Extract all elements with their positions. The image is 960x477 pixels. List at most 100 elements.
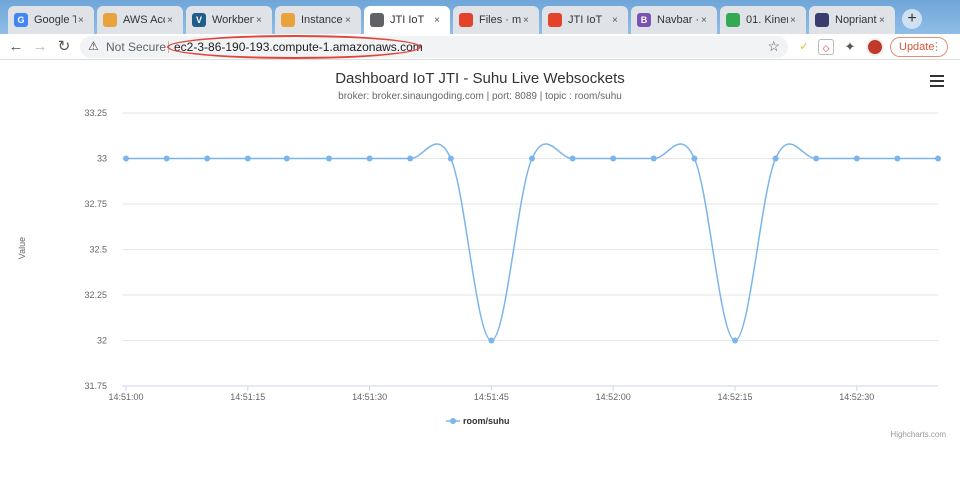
profile-avatar[interactable]: [866, 38, 884, 56]
data-point[interactable]: [244, 155, 251, 162]
browser-tab[interactable]: JTI IoT ×: [542, 6, 628, 34]
extensions-puzzle-icon[interactable]: ✦: [842, 39, 858, 55]
series-line: [126, 143, 938, 342]
vocareum-icon: V: [192, 13, 206, 27]
legend-marker: [450, 418, 456, 424]
divider: [168, 41, 169, 53]
close-icon[interactable]: ×: [345, 15, 355, 26]
extension-shield-icon[interactable]: ◇: [818, 39, 834, 55]
close-icon[interactable]: ×: [167, 15, 177, 26]
update-button[interactable]: Update ⋮: [890, 37, 948, 57]
folder-icon: [281, 13, 295, 27]
warning-icon[interactable]: ⚠: [88, 39, 102, 53]
security-label[interactable]: Not Secure: [106, 40, 166, 54]
data-point[interactable]: [283, 155, 290, 162]
data-point[interactable]: [772, 155, 779, 162]
data-point[interactable]: [610, 155, 617, 162]
x-tick-label: 14:51:00: [108, 392, 143, 402]
data-point[interactable]: [732, 337, 738, 344]
data-point[interactable]: [529, 155, 535, 162]
google-translate-icon: G: [14, 13, 28, 27]
y-tick-label: 32.75: [84, 199, 107, 209]
x-tick-label: 14:52:15: [717, 392, 752, 402]
url-text[interactable]: ec2-3-86-190-193.compute-1.amazonaws.com: [174, 40, 423, 54]
y-tick-label: 32.25: [84, 290, 107, 300]
y-tick-label: 32: [97, 336, 107, 346]
close-icon[interactable]: ×: [879, 15, 889, 26]
chart-plot: 33.25 33 32.75 32.5 32.25 32 31.7514:51:00 14:5…: [17, 108, 941, 426]
tab-label: 01. Kinerj: [746, 14, 788, 26]
browser-tab[interactable]: 01. Kinerj ×: [720, 6, 806, 34]
browser-tab[interactable]: B Navbar · ×: [631, 6, 717, 34]
tab-label: Instances: [301, 14, 343, 26]
data-point[interactable]: [853, 155, 860, 162]
browser-tab[interactable]: Nopriante×: [809, 6, 895, 34]
extension-check-icon[interactable]: ✓: [796, 39, 812, 55]
y-tick-label: 32.5: [89, 245, 107, 255]
x-tick-label: 14:51:15: [230, 392, 265, 402]
browser-tab[interactable]: Files · ma×: [453, 6, 539, 34]
y-axis-label: Value: [17, 237, 27, 259]
data-point[interactable]: [691, 155, 698, 162]
close-icon[interactable]: ×: [612, 15, 622, 26]
data-point[interactable]: [935, 155, 941, 162]
bootstrap-icon: B: [637, 13, 651, 27]
owl-icon: [815, 13, 829, 27]
y-tick-label: 31.75: [84, 381, 107, 391]
globe-icon: [370, 13, 384, 27]
back-icon[interactable]: ←: [6, 37, 26, 57]
y-tick-label: 33: [97, 154, 107, 164]
close-icon[interactable]: ×: [790, 15, 800, 26]
tab-label: Workbenc: [212, 14, 254, 26]
x-tick-label: 14:51:45: [474, 392, 509, 402]
data-point[interactable]: [894, 155, 901, 162]
tab-label: JTI IoT: [568, 14, 603, 26]
tab-strip: GGoogle Tr×AWS Acco×VWorkbenc×Instances×…: [0, 0, 960, 34]
new-tab-button[interactable]: +: [902, 9, 922, 29]
data-point[interactable]: [407, 155, 414, 162]
close-icon[interactable]: ×: [434, 15, 444, 26]
data-point[interactable]: [488, 337, 495, 344]
browser-toolbar: ← → ↻ ⚠ Not Secure ec2-3-86-190-193.comp…: [0, 34, 960, 60]
tab-label: Google Tr: [34, 14, 76, 26]
close-icon[interactable]: ×: [78, 15, 88, 26]
forward-icon[interactable]: →: [30, 37, 50, 57]
data-point[interactable]: [326, 155, 332, 162]
tab-label: Files · ma: [479, 14, 521, 26]
kebab-menu-icon: ⋮: [931, 41, 942, 53]
close-icon[interactable]: ×: [256, 15, 266, 26]
data-point[interactable]: [366, 155, 373, 162]
x-tick-label: 14:51:30: [352, 392, 387, 402]
browser-tab[interactable]: AWS Acco×: [97, 6, 183, 34]
legend-item[interactable]: room/suhu: [463, 416, 510, 426]
flame-icon: [548, 13, 562, 27]
data-point[interactable]: [204, 155, 211, 162]
tab-label: Navbar ·: [657, 14, 699, 26]
close-icon[interactable]: ×: [701, 15, 711, 26]
chart-menu-icon[interactable]: [930, 75, 944, 87]
browser-tab[interactable]: JTI IoT ×: [364, 6, 450, 34]
google-drive-icon: [726, 13, 740, 27]
y-tick-label: 33.25: [84, 108, 107, 118]
folder-icon: [103, 13, 117, 27]
browser-tab[interactable]: V Workbenc×: [186, 6, 272, 34]
data-point[interactable]: [569, 155, 576, 162]
data-point[interactable]: [650, 155, 657, 162]
chart-title: Dashboard IoT JTI - Suhu Live Websockets: [335, 70, 625, 87]
data-point[interactable]: [123, 155, 129, 162]
data-point[interactable]: [447, 155, 454, 162]
bookmark-star-icon[interactable]: ☆: [767, 38, 780, 55]
close-icon[interactable]: ×: [523, 15, 533, 26]
reload-icon[interactable]: ↻: [54, 37, 74, 57]
x-tick-label: 14:52:00: [596, 392, 631, 402]
gitlab-icon: [459, 13, 473, 27]
tab-label: JTI IoT: [390, 14, 425, 26]
browser-tab[interactable]: G Google Tr×: [8, 6, 94, 34]
browser-tab[interactable]: Instances×: [275, 6, 361, 34]
update-label: Update: [899, 41, 935, 53]
x-tick-label: 14:52:30: [839, 392, 874, 402]
data-point[interactable]: [163, 155, 170, 162]
chart-credits[interactable]: Highcharts.com: [890, 430, 946, 439]
address-bar[interactable]: ⚠ Not Secure ec2-3-86-190-193.compute-1.…: [80, 36, 788, 58]
data-point[interactable]: [813, 155, 820, 162]
